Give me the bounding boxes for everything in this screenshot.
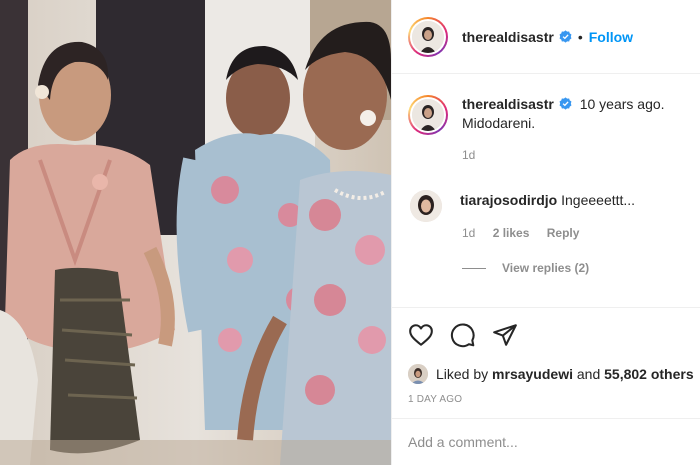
post-username[interactable]: therealdisastr xyxy=(462,29,554,45)
caption-text: Midodareni. xyxy=(462,115,536,131)
likes-middle: and xyxy=(576,366,601,382)
action-bar xyxy=(392,308,700,362)
comment-meta: 1d 2 likes Reply xyxy=(462,226,593,240)
replies-divider xyxy=(462,268,486,270)
caption-age: 1d xyxy=(462,148,476,162)
profile-avatar[interactable] xyxy=(408,16,448,57)
commenter-avatar[interactable] xyxy=(410,190,442,222)
separator-dot: • xyxy=(577,28,583,45)
comment-text: Ingeeeettt... xyxy=(561,192,636,208)
post-actions-section: Liked by mrsayudewi and 55,802 others 1 … xyxy=(392,307,700,405)
likes-count[interactable]: 55,802 others xyxy=(604,366,694,382)
view-replies-label: View replies (2) xyxy=(502,261,590,275)
heart-icon[interactable] xyxy=(408,322,434,348)
liker-username[interactable]: mrsayudewi xyxy=(492,366,573,382)
caption-username[interactable]: therealdisastr xyxy=(462,96,554,112)
share-icon[interactable] xyxy=(492,322,518,348)
liker-avatar[interactable] xyxy=(408,364,428,384)
post-timestamp: 1 DAY AGO xyxy=(408,394,463,405)
verified-badge-icon xyxy=(559,97,572,110)
commenter-username[interactable]: tiarajosodirdjo xyxy=(460,192,557,208)
reply-button[interactable]: Reply xyxy=(547,226,580,240)
post-caption: therealdisastr 10 years ago. Midodareni.… xyxy=(408,95,665,165)
photo-illustration xyxy=(0,0,391,465)
comment-icon[interactable] xyxy=(450,322,476,348)
add-comment-input[interactable]: Add a comment... xyxy=(392,418,700,465)
post-photo[interactable] xyxy=(0,0,391,465)
caption-time: 10 years ago. xyxy=(579,96,665,112)
caption-avatar[interactable] xyxy=(408,95,448,135)
comment-age: 1d xyxy=(462,226,476,240)
post-header: therealdisastr • Follow xyxy=(392,0,700,74)
verified-badge-icon xyxy=(559,30,572,43)
likes-prefix: Liked by xyxy=(436,366,489,382)
view-replies-button[interactable]: View replies (2) xyxy=(462,261,589,275)
comments-list[interactable]: therealdisastr 10 years ago. Midodareni.… xyxy=(392,75,700,307)
likes-summary: Liked by mrsayudewi and 55,802 others xyxy=(392,362,700,386)
comment-item: tiarajosodirdjo Ingeeeettt... 1d 2 likes… xyxy=(410,190,636,240)
post-side-panel: therealdisastr • Follow therealdisastr 1… xyxy=(391,0,700,465)
comment-likes[interactable]: 2 likes xyxy=(493,226,530,240)
follow-button[interactable]: Follow xyxy=(589,29,633,45)
